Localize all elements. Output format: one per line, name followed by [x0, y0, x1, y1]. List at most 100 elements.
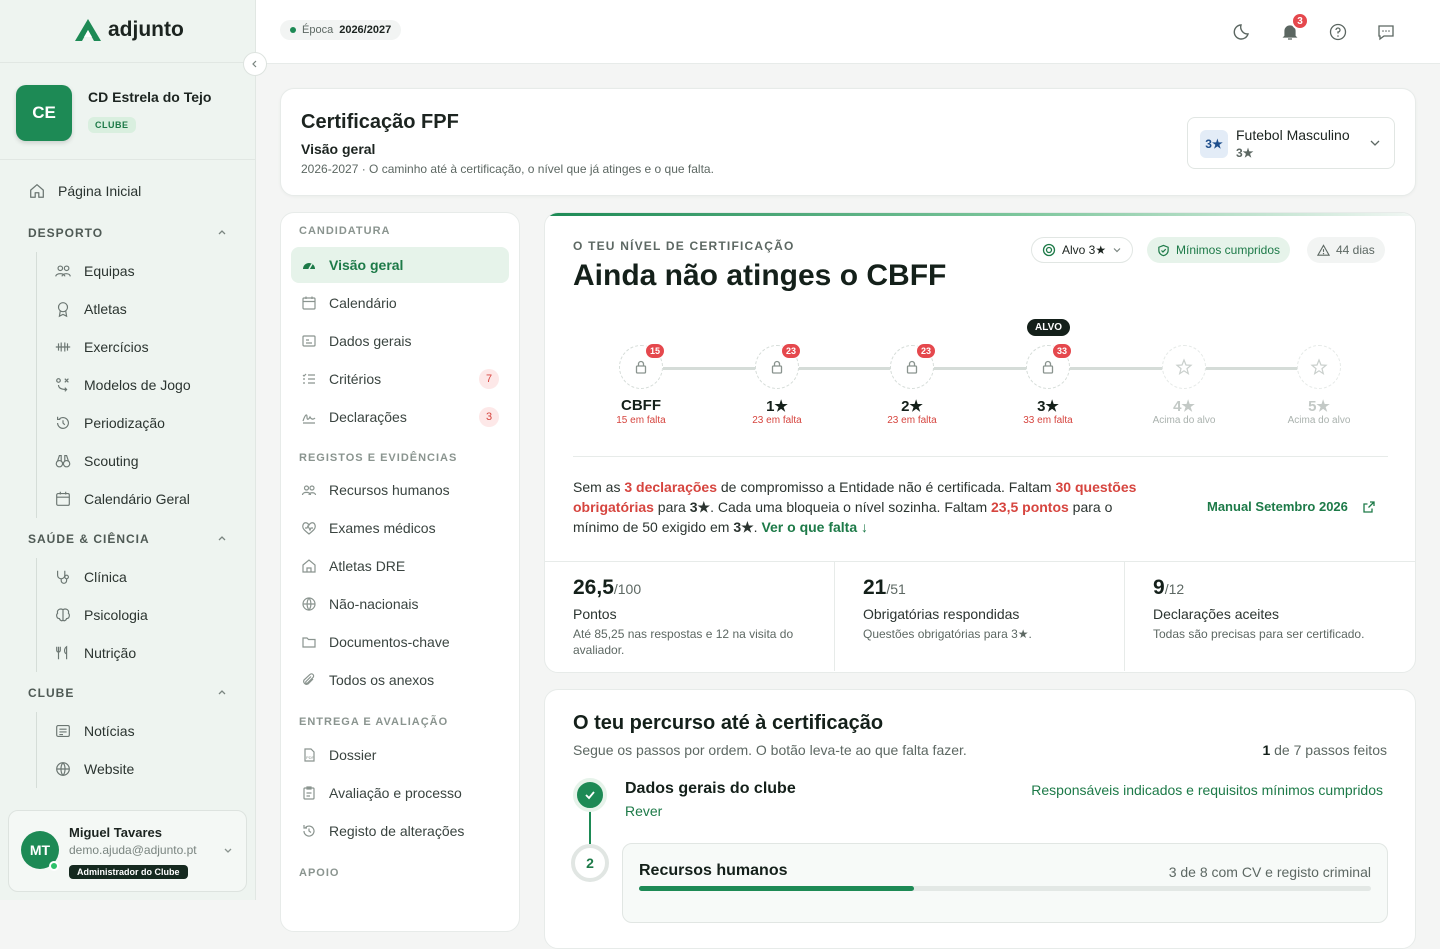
nav-item-atletas[interactable]: Atletas [54, 300, 127, 318]
level-headline: Ainda não atinges o CBFF [573, 259, 947, 292]
nav-section-clube[interactable]: CLUBE [28, 686, 228, 700]
path-step-card-recursos-humanos[interactable]: Recursos humanos 3 de 8 com CV e registo… [622, 843, 1388, 923]
season-indicator[interactable]: Época 2026/2027 [280, 20, 402, 40]
stat-label: Obrigatórias respondidas [863, 606, 1020, 622]
nav-item-equipas[interactable]: Equipas [54, 262, 135, 280]
sport-level: 3★ [1236, 146, 1254, 160]
moon-icon[interactable] [1233, 22, 1253, 42]
certification-level-card: O TEU NÍVEL DE CERTIFICAÇÃO Ainda não at… [544, 212, 1416, 673]
level-summary-text: Sem as 3 declarações de compromisso a En… [573, 479, 1137, 535]
step-4-star-label: 4★ [1173, 398, 1195, 415]
nav-item-label: Nutrição [84, 645, 137, 661]
subnav-item-todos-os-anexos[interactable]: Todos os anexos [291, 662, 509, 698]
heart-pulse-icon [302, 522, 316, 535]
stat-value: 26,5/100 [573, 576, 642, 599]
subnav-item-declaracoes[interactable]: Declarações 3 [291, 399, 509, 435]
dumbbell-icon [55, 342, 71, 352]
subnav-item-registo-de-alteracoes[interactable]: Registo de alterações [291, 813, 509, 849]
house-icon [302, 559, 316, 573]
online-status-dot [49, 861, 59, 871]
step-3-star-badge: 33 [1052, 343, 1073, 359]
star-outline-icon [1310, 358, 1328, 375]
level-eyebrow: O TEU NÍVEL DE CERTIFICAÇÃO [573, 239, 795, 253]
subnav-label: Dossier [329, 747, 377, 763]
nav-item-exercicios[interactable]: Exercícios [54, 338, 149, 356]
nav-item-clinica[interactable]: Clínica [54, 568, 127, 586]
nav-item-psicologia[interactable]: Psicologia [54, 606, 148, 624]
nav-item-noticias[interactable]: Notícias [54, 722, 135, 740]
nav-item-periodizacao[interactable]: Periodização [54, 414, 165, 432]
brand-logo[interactable]: adjunto [74, 18, 184, 42]
subnav-label: Critérios [329, 371, 382, 387]
stat-description: Questões obrigatórias para 3★. [863, 627, 1032, 641]
chat-icon[interactable] [1376, 22, 1396, 42]
club-tag: CLUBE [88, 117, 136, 133]
clipboard-icon [303, 786, 315, 800]
shield-check-icon [1158, 244, 1169, 256]
nav-item-website[interactable]: Website [54, 760, 134, 778]
subnav-item-documentos-chave[interactable]: Documentos-chave [291, 624, 509, 660]
sport-selector[interactable]: 3★ Futebol Masculino 3★ [1187, 117, 1395, 169]
subnav-item-atletas-dre[interactable]: Atletas DRE [291, 548, 509, 584]
subnav-item-visao-geral[interactable]: Visão geral [291, 247, 509, 283]
path-connector [589, 810, 591, 844]
help-icon[interactable] [1328, 22, 1348, 42]
signature-icon [302, 414, 316, 424]
level-card-accent [545, 213, 1415, 216]
step-3-star-missing: 33 em falta [1023, 415, 1073, 426]
check-icon [585, 791, 595, 800]
path-step-review-link[interactable]: Rever [625, 803, 662, 819]
step-2-star-missing: 23 em falta [887, 415, 937, 426]
nav-item-scouting[interactable]: Scouting [54, 452, 138, 470]
club-card[interactable]: CE CD Estrela do Tejo CLUBE [0, 62, 256, 160]
step-4-star[interactable] [1162, 345, 1206, 389]
nav-section-saude-ciencia[interactable]: SAÚDE & CIÊNCIA [28, 532, 228, 546]
subnav-item-dossier[interactable]: PDF Dossier [291, 737, 509, 773]
users-icon [301, 485, 317, 496]
subnav-item-recursos-humanos[interactable]: Recursos humanos [291, 472, 509, 508]
subnav-item-dados-gerais[interactable]: Dados gerais [291, 323, 509, 359]
step-number-indicator: 2 [571, 844, 609, 882]
sport-name: Futebol Masculino [1236, 127, 1350, 143]
nav-item-nutricao[interactable]: Nutrição [54, 644, 136, 662]
page-header-card: Certificação FPF Visão geral 2026-2027 ·… [280, 88, 1416, 196]
nav-home[interactable]: Página Inicial [28, 182, 141, 200]
external-link-icon [1363, 500, 1375, 513]
brain-icon [56, 608, 70, 622]
subnav-label: Avaliação e processo [329, 785, 462, 801]
nav-item-modelos-de-jogo[interactable]: Modelos de Jogo [54, 376, 191, 394]
minimums-status-pill: Mínimos cumpridos [1147, 237, 1291, 263]
subnav-item-criterios[interactable]: Critérios 7 [291, 361, 509, 397]
chevron-down-icon [224, 848, 232, 853]
see-missing-link[interactable]: Ver o que falta ↓ [761, 519, 868, 535]
nav-item-label: Periodização [84, 415, 165, 431]
subnav-label: Visão geral [329, 257, 404, 273]
subnav-item-nao-nacionais[interactable]: Não-nacionais [291, 586, 509, 622]
path-progress-count: 1 de 7 passos feitos [1262, 742, 1387, 758]
subnav-label: Todos os anexos [329, 672, 435, 688]
nav-item-label: Psicologia [84, 607, 148, 623]
paperclip-icon [303, 673, 315, 685]
topbar: Época 2026/2027 [256, 0, 1440, 64]
divider [573, 456, 1388, 457]
lock-icon [906, 360, 918, 374]
path-step-title: Recursos humanos [639, 862, 788, 879]
globe-icon [302, 597, 316, 611]
nav-item-label: Equipas [84, 263, 135, 279]
user-menu[interactable]: MT Miguel Tavares demo.ajuda@adjunto.pt … [8, 810, 247, 892]
subnav-item-exames-medicos[interactable]: Exames médicos [291, 510, 509, 546]
step-cbff-missing: 15 em falta [616, 415, 666, 426]
subnav-label: Calendário [329, 295, 397, 311]
subnav-label: Recursos humanos [329, 482, 450, 498]
subnav-item-calendario[interactable]: Calendário [291, 285, 509, 321]
nav-section-desporto[interactable]: DESPORTO [28, 226, 228, 240]
nav-item-label: Calendário Geral [84, 491, 190, 507]
nav-item-calendario-geral[interactable]: Calendário Geral [54, 490, 190, 508]
target-level-select[interactable]: Alvo 3★ [1031, 237, 1134, 263]
manual-link[interactable]: Manual Setembro 2026 [1207, 499, 1376, 514]
collapse-sidebar-button[interactable] [243, 52, 267, 76]
subnav-item-avaliacao-e-processo[interactable]: Avaliação e processo [291, 775, 509, 811]
season-label: Época [302, 24, 334, 36]
step-5-star[interactable] [1297, 345, 1341, 389]
gauge-icon [303, 263, 315, 270]
